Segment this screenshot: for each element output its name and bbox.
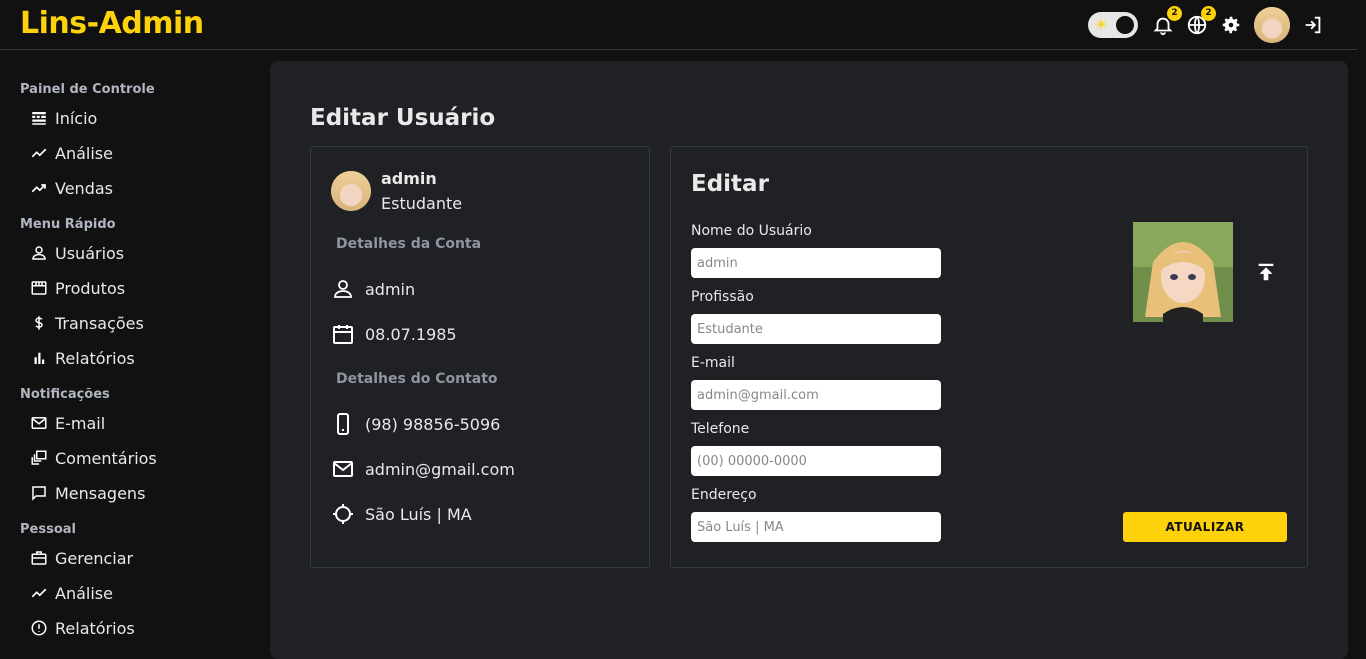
gear-icon bbox=[1222, 16, 1240, 34]
profile-username-row: admin bbox=[331, 277, 415, 301]
sun-icon: ☀ bbox=[1094, 15, 1109, 34]
location-crosshair-icon bbox=[333, 504, 353, 524]
phone-icon bbox=[337, 413, 349, 435]
sidebar-item-label: Transações bbox=[55, 313, 144, 333]
email-label: E-mail bbox=[691, 355, 735, 371]
calendar-icon bbox=[333, 325, 353, 344]
contact-details-title: Detalhes do Contato bbox=[336, 371, 498, 387]
profile-username: admin bbox=[365, 279, 416, 299]
username-input[interactable] bbox=[691, 248, 941, 278]
sidebar-section-title: Pessoal bbox=[20, 522, 76, 537]
comments-icon bbox=[31, 450, 47, 465]
sidebar-item-gerenciar[interactable]: Gerenciar bbox=[30, 546, 133, 570]
sidebar-item-label: Relatórios bbox=[55, 348, 135, 368]
sidebar-item-transacoes[interactable]: Transações bbox=[30, 311, 144, 335]
dollar-icon bbox=[35, 316, 43, 330]
sidebar-item-email[interactable]: E-mail bbox=[30, 411, 105, 435]
language-button[interactable]: 2 bbox=[1184, 6, 1216, 38]
email-input[interactable] bbox=[691, 380, 941, 410]
trending-up-icon bbox=[31, 588, 47, 598]
notifications-badge: 2 bbox=[1167, 6, 1182, 21]
sidebar-item-analise-pessoal[interactable]: Análise bbox=[30, 581, 113, 605]
sidebar-item-usuarios[interactable]: Usuários bbox=[30, 241, 124, 265]
profile-birthdate-row: 08.07.1985 bbox=[331, 322, 457, 346]
sidebar-item-label: Produtos bbox=[55, 278, 126, 298]
profession-label: Profissão bbox=[691, 289, 754, 305]
avatar-preview-image bbox=[1133, 222, 1233, 322]
bar-chart-icon bbox=[34, 352, 45, 364]
sidebar-item-label: Vendas bbox=[55, 178, 113, 198]
language-badge: 2 bbox=[1201, 6, 1216, 21]
topbar: Lins-Admin ☀ 2 2 bbox=[0, 0, 1366, 50]
trending-up-icon bbox=[31, 148, 47, 158]
main-panel: Editar Usuário admin Estudante Detalhes … bbox=[270, 61, 1348, 659]
profile-phone: (98) 98856-5096 bbox=[365, 414, 501, 434]
settings-button[interactable] bbox=[1218, 12, 1244, 38]
sidebar: Painel de Controle Início Análise Vendas… bbox=[0, 51, 270, 659]
sidebar-item-label: Início bbox=[55, 108, 98, 128]
phone-input[interactable] bbox=[691, 446, 941, 476]
app-logo[interactable]: Lins-Admin bbox=[20, 6, 204, 41]
profile-email-row: admin@gmail.com bbox=[331, 457, 515, 481]
profile-birthdate: 08.07.1985 bbox=[365, 324, 457, 344]
profile-location-row: São Luís | MA bbox=[331, 502, 472, 526]
sidebar-item-produtos[interactable]: Produtos bbox=[30, 276, 125, 300]
address-input[interactable] bbox=[691, 512, 941, 542]
person-icon bbox=[32, 246, 46, 260]
mail-icon bbox=[31, 417, 47, 429]
theme-toggle[interactable]: ☀ bbox=[1088, 12, 1138, 38]
profession-input[interactable] bbox=[691, 314, 941, 344]
username-label: Nome do Usuário bbox=[691, 223, 812, 239]
sidebar-item-label: Usuários bbox=[55, 243, 125, 263]
person-icon bbox=[334, 280, 352, 298]
profile-name: admin bbox=[381, 169, 437, 188]
update-button[interactable]: ATUALIZAR bbox=[1123, 512, 1287, 542]
sidebar-item-label: Relatórios bbox=[55, 618, 135, 638]
logout-icon bbox=[1305, 16, 1321, 34]
upload-icon[interactable] bbox=[1255, 261, 1277, 283]
account-details-title: Detalhes da Conta bbox=[336, 236, 482, 252]
profile-role: Estudante bbox=[381, 194, 463, 213]
scrollbar[interactable] bbox=[1357, 0, 1366, 659]
briefcase-icon bbox=[31, 551, 47, 565]
sidebar-section-title: Notificações bbox=[20, 387, 110, 402]
store-icon bbox=[31, 281, 47, 295]
sidebar-item-comentarios[interactable]: Comentários bbox=[30, 446, 157, 470]
address-label: Endereço bbox=[691, 487, 757, 503]
edit-card: Editar Nome do Usuário Profissão E-mail … bbox=[670, 146, 1308, 568]
sidebar-section-title: Menu Rápido bbox=[20, 217, 116, 232]
profile-avatar bbox=[331, 171, 371, 211]
dashboard-icon bbox=[32, 112, 46, 125]
sidebar-item-label: Gerenciar bbox=[55, 548, 134, 568]
mail-icon bbox=[333, 461, 353, 477]
sidebar-item-label: E-mail bbox=[55, 413, 106, 433]
profile-card: admin Estudante Detalhes da Conta admin … bbox=[310, 146, 650, 568]
profile-email: admin@gmail.com bbox=[365, 459, 515, 479]
sidebar-item-mensagens[interactable]: Mensagens bbox=[30, 481, 145, 505]
topbar-actions: ☀ 2 2 bbox=[1088, 6, 1330, 43]
trending-up-icon bbox=[31, 184, 46, 193]
user-avatar[interactable] bbox=[1254, 7, 1290, 43]
sidebar-item-label: Comentários bbox=[55, 448, 157, 468]
profile-location: São Luís | MA bbox=[365, 504, 472, 524]
sidebar-item-relatorios-pessoal[interactable]: Relatórios bbox=[30, 616, 135, 640]
edit-title: Editar bbox=[691, 171, 769, 197]
sidebar-item-label: Análise bbox=[55, 583, 113, 603]
sidebar-section-title: Painel de Controle bbox=[20, 82, 155, 97]
sidebar-item-label: Mensagens bbox=[55, 483, 146, 503]
sidebar-item-relatorios[interactable]: Relatórios bbox=[30, 346, 135, 370]
profile-phone-row: (98) 98856-5096 bbox=[331, 412, 500, 436]
page-title: Editar Usuário bbox=[310, 105, 496, 131]
notifications-button[interactable]: 2 bbox=[1150, 6, 1182, 38]
sidebar-item-vendas[interactable]: Vendas bbox=[30, 176, 113, 200]
alert-circle-icon bbox=[31, 620, 47, 636]
logout-button[interactable] bbox=[1300, 12, 1326, 38]
chat-icon bbox=[32, 486, 46, 501]
sidebar-item-analise[interactable]: Análise bbox=[30, 141, 113, 165]
sidebar-item-label: Análise bbox=[55, 143, 113, 163]
phone-label: Telefone bbox=[691, 421, 750, 437]
toggle-knob bbox=[1114, 14, 1136, 36]
sidebar-item-inicio[interactable]: Início bbox=[30, 106, 97, 130]
